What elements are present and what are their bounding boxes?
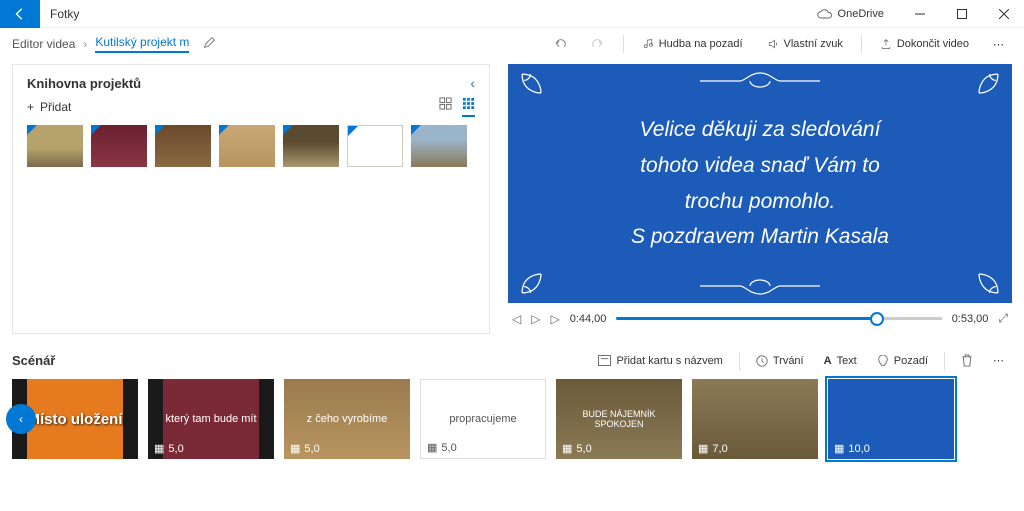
add-title-card-button[interactable]: Přidat kartu s názvem: [590, 351, 730, 371]
background-button[interactable]: Pozadí: [869, 351, 936, 371]
paint-icon: [877, 355, 889, 367]
export-icon: [880, 38, 892, 50]
preview-line: tohoto videa snaď Vám to: [631, 148, 889, 184]
library-thumb[interactable]: [91, 125, 147, 167]
close-button[interactable]: [984, 0, 1024, 28]
more-button[interactable]: ⋯: [983, 34, 1014, 55]
more-storyboard-button[interactable]: ⋯: [985, 350, 1012, 371]
total-time: 0:53,00: [952, 313, 989, 325]
plus-icon: +: [27, 100, 34, 114]
finish-video-button[interactable]: Dokončit video: [870, 34, 979, 54]
add-media-button[interactable]: +Přidat: [27, 100, 71, 114]
library-thumb[interactable]: [219, 125, 275, 167]
storyboard-clip[interactable]: ▦ 7,0: [692, 379, 818, 459]
clip-duration: 5,0: [168, 443, 183, 455]
clip-duration: 10,0: [848, 443, 869, 455]
library-thumb[interactable]: [411, 125, 467, 167]
slider-handle[interactable]: [870, 312, 884, 326]
scroll-left-button[interactable]: ‹: [6, 404, 36, 434]
project-library-panel: Knihovna projektů ‹ +Přidat: [12, 64, 490, 334]
preview-line: trochu pomohlo.: [631, 184, 889, 220]
minimize-button[interactable]: [900, 0, 940, 28]
fullscreen-button[interactable]: ⤢: [998, 311, 1008, 326]
text-button[interactable]: AText: [816, 351, 865, 371]
background-music-button[interactable]: Hudba na pozadí: [632, 34, 753, 54]
next-frame-button[interactable]: ▷: [550, 312, 559, 326]
small-grid-view-button[interactable]: [462, 97, 475, 117]
ornament-icon: [520, 72, 562, 114]
app-title: Fotky: [50, 7, 79, 21]
library-thumb[interactable]: [155, 125, 211, 167]
clip-duration: 5,0: [304, 443, 319, 455]
clip-duration: 7,0: [712, 443, 727, 455]
play-button[interactable]: ▷: [531, 312, 540, 326]
speaker-icon: [767, 38, 779, 50]
image-icon: ▦: [427, 441, 437, 454]
library-thumb[interactable]: [347, 125, 403, 167]
video-preview: Velice děkuji za sledování tohoto videa …: [508, 64, 1012, 303]
collapse-button[interactable]: ‹: [470, 75, 475, 91]
clip-duration: 5,0: [576, 443, 591, 455]
grid-view-button[interactable]: [439, 97, 452, 117]
card-icon: [598, 355, 611, 366]
storyboard-clip-selected[interactable]: ▦ 10,0: [828, 379, 954, 459]
delete-button[interactable]: [953, 350, 981, 371]
library-thumb[interactable]: [283, 125, 339, 167]
preview-line: S pozdravem Martin Kasala: [631, 219, 889, 255]
image-icon: ▦: [698, 442, 708, 455]
music-icon: [642, 38, 654, 50]
ornament-icon: [958, 72, 1000, 114]
ornament-icon: [690, 70, 830, 92]
ornament-icon: [690, 275, 830, 297]
prev-frame-button[interactable]: ◁: [512, 312, 521, 326]
storyboard-clip[interactable]: který tam bude mít▦5,0: [148, 379, 274, 459]
breadcrumb-root[interactable]: Editor videa: [12, 37, 75, 51]
maximize-button[interactable]: [942, 0, 982, 28]
back-button[interactable]: [0, 0, 40, 28]
storyboard-clip[interactable]: propracujeme▦5,0: [420, 379, 546, 459]
text-icon: A: [824, 355, 832, 367]
trash-icon: [961, 354, 973, 367]
storyboard-clip[interactable]: BUDE NÁJEMNÍK SPOKOJEN▦5,0: [556, 379, 682, 459]
redo-button[interactable]: [581, 33, 615, 55]
storyboard-title: Scénář: [12, 353, 55, 368]
image-icon: ▦: [562, 442, 572, 455]
library-title: Knihovna projektů: [27, 76, 141, 91]
library-thumb[interactable]: [27, 125, 83, 167]
seek-slider[interactable]: [616, 317, 941, 320]
clip-duration: 5,0: [441, 442, 456, 454]
chevron-right-icon: ›: [83, 37, 87, 51]
clock-icon: [756, 355, 768, 367]
breadcrumb-current[interactable]: Kutilský projekt m: [95, 35, 189, 53]
undo-button[interactable]: [543, 33, 577, 55]
ornament-icon: [958, 253, 1000, 295]
edit-icon[interactable]: [203, 36, 216, 52]
image-icon: ▦: [154, 442, 164, 455]
image-icon: ▦: [290, 442, 300, 455]
current-time: 0:44,00: [570, 313, 607, 325]
preview-line: Velice děkuji za sledování: [631, 112, 889, 148]
duration-button[interactable]: Trvání: [748, 351, 812, 371]
storyboard-clip[interactable]: z čeho vyrobíme▦5,0: [284, 379, 410, 459]
ornament-icon: [520, 253, 562, 295]
cloud-icon: [817, 9, 833, 19]
custom-sound-button[interactable]: Vlastní zvuk: [757, 34, 853, 54]
onedrive-button[interactable]: OneDrive: [803, 8, 898, 20]
image-icon: ▦: [834, 442, 844, 455]
